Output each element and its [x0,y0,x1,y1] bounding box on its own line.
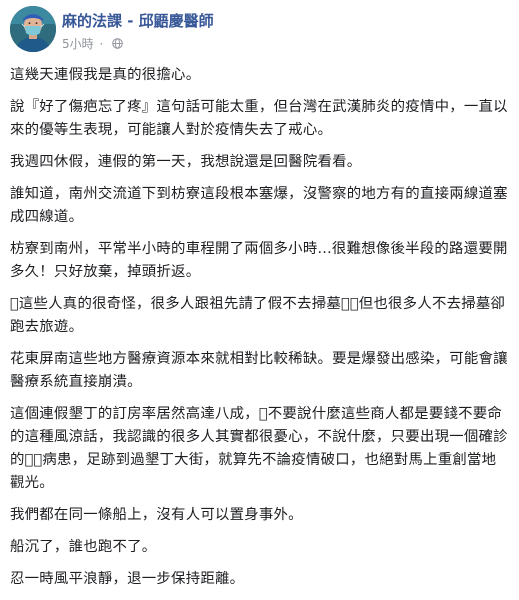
post-paragraph: 誰知道，南州交流道下到枋寮這段根本塞爆，沒警察的地方有的直接兩線道塞成四線道。 [10,186,508,225]
post-paragraph: 󾓴這些人真的很奇怪，很多人跟祖先請了假不去掃墓󾓴，但也很多人不去掃墓卻跑去旅遊。 [10,296,506,335]
post-paragraph: 我們都在同一條船上，沒有人可以置身事外。 [10,507,303,523]
post-paragraph: 船沉了，誰也跑不了。 [10,539,157,555]
post-meta: 5小時 · [62,35,123,52]
post-header: 麻的法課 - 邱鼯慶醫師 5小時 · [8,6,513,56]
author-name[interactable]: 麻的法課 - 邱鼯慶醫師 [62,12,214,30]
post-body: 這幾天連假我是真的很擔心。 說『好了傷疤忘了疼』這句話可能太重，但台灣在武漢肺炎… [10,64,510,600]
post-paragraph: 這幾天連假我是真的很擔心。 [10,67,201,83]
avatar-image [10,6,56,52]
meta-separator: · [99,36,104,51]
post-paragraph: 我週四休假，連假的第一天，我想說還是回醫院看看。 [10,154,362,170]
globe-icon[interactable] [112,38,123,49]
post-time[interactable]: 5小時 [62,36,94,52]
post-paragraph: 這個連假墾丁的訂房率居然高達八成，󾓴不要說什麼這些商人都是要錢不要命的這種風涼話… [10,406,508,491]
post-paragraph: 枋寮到南州，平常半小時的車程開了兩個多小時...很難想像後半段的路還要開多久！只… [10,241,508,280]
post-paragraph: 說『好了傷疤忘了疼』這句話可能太重，但台灣在武漢肺炎的疫情中，一直以來的優等生表… [10,99,508,138]
post-paragraph: 花東屏南這些地方醫療資源本來就相對比較稀缺。要是爆發出感染，可能會讓醫療系統直接… [10,351,508,390]
avatar[interactable] [10,6,56,52]
